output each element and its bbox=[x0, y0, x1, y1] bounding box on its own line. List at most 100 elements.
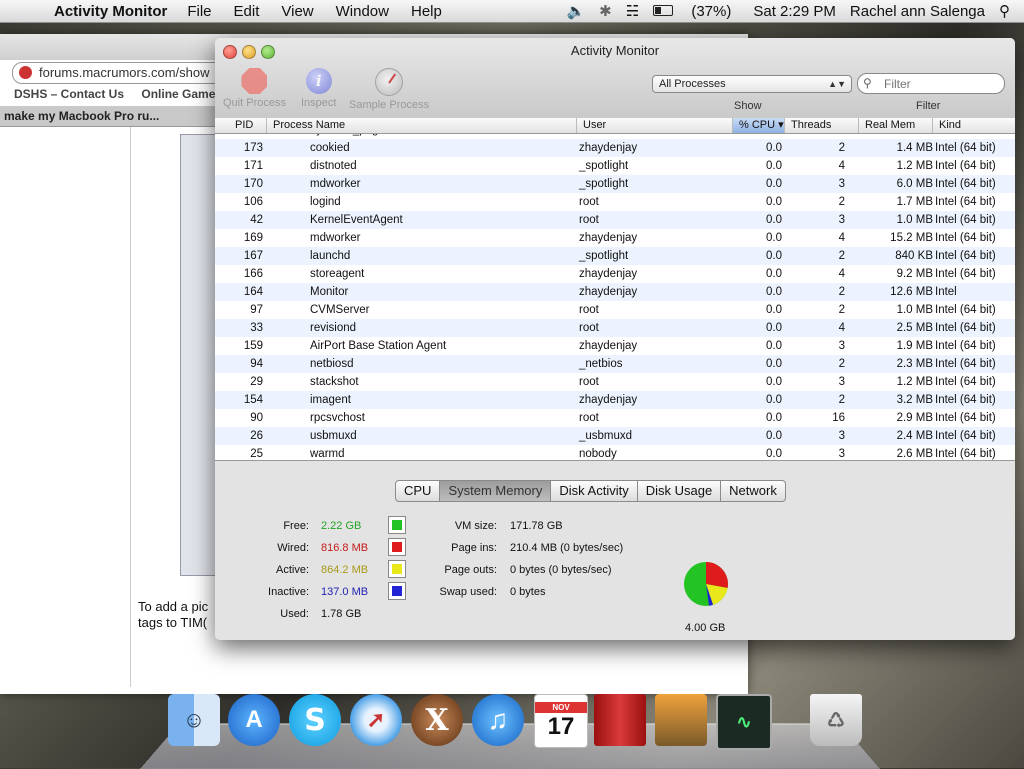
filter-field[interactable]: ⚲ bbox=[857, 73, 1005, 94]
search-icon: ⚲ bbox=[863, 76, 872, 90]
process-user: root bbox=[579, 376, 599, 388]
spotlight-icon[interactable]: ⚲ bbox=[999, 2, 1010, 20]
bluetooth-icon[interactable]: ✱ bbox=[599, 2, 612, 20]
select-arrows-icon: ▲▼ bbox=[828, 79, 846, 89]
page-ins-label: Page ins: bbox=[451, 542, 497, 554]
table-row[interactable]: 29 stackshot root 0.0 3 1.2 MB Intel (64 bit) bbox=[215, 373, 1015, 391]
stopwatch-icon bbox=[375, 68, 404, 96]
process-user: zhaydenjay bbox=[579, 268, 638, 280]
sample-process-button[interactable]: Sample Process bbox=[349, 68, 429, 111]
filter-input[interactable] bbox=[882, 75, 996, 93]
menu-edit[interactable]: Edit bbox=[234, 3, 260, 20]
free-color-well[interactable] bbox=[388, 516, 406, 534]
process-threads: 2 bbox=[838, 286, 845, 298]
menu-help[interactable]: Help bbox=[411, 3, 442, 20]
user-name[interactable]: Rachel ann Salenga bbox=[850, 3, 985, 20]
iphoto-icon[interactable] bbox=[655, 694, 707, 746]
process-name: CVMServer bbox=[310, 304, 370, 316]
process-pid: 170 bbox=[243, 178, 263, 190]
process-threads: 2 bbox=[838, 142, 845, 154]
tab-disk-activity[interactable]: Disk Activity bbox=[551, 481, 638, 501]
tab-cpu[interactable]: CPU bbox=[396, 481, 441, 501]
process-cpu: 0.0 bbox=[766, 196, 782, 208]
process-kind: Intel (64 bit) bbox=[935, 322, 996, 334]
wifi-icon[interactable]: ☵ bbox=[626, 2, 639, 20]
process-cpu: 0.0 bbox=[766, 304, 782, 316]
menu-file[interactable]: File bbox=[187, 3, 211, 20]
table-row[interactable]: 170 mdworker _spotlight 0.0 3 6.0 MB Intel (64… bbox=[215, 175, 1015, 193]
column-cpu[interactable]: % CPU ▾ bbox=[733, 118, 785, 133]
table-row[interactable]: 26 usbmuxd _usbmuxd 0.0 3 2.4 MB Intel (64 bit… bbox=[215, 427, 1015, 445]
process-table[interactable]: dynamic_pager 173cookiedzhaydenjay0.021.… bbox=[215, 134, 1015, 460]
process-cpu: 0.0 bbox=[766, 394, 782, 406]
crossover-icon[interactable]: X bbox=[411, 694, 463, 746]
battery-menu[interactable]: (37%) bbox=[653, 3, 745, 20]
photo-booth-icon[interactable] bbox=[594, 694, 646, 746]
memory-pie-chart bbox=[684, 562, 728, 606]
table-row[interactable]: 154 imagent zhaydenjay 0.0 2 3.2 MB Intel (64 … bbox=[215, 391, 1015, 409]
table-row[interactable]: 97 CVMServer root 0.0 2 1.0 MB Intel (64 bit) bbox=[215, 301, 1015, 319]
table-row[interactable]: 42 KernelEventAgent root 0.0 3 1.0 MB Intel (6… bbox=[215, 211, 1015, 229]
vm-size-value: 171.78 GB bbox=[510, 520, 563, 532]
table-row[interactable]: 25 warmd nobody 0.0 3 2.6 MB Intel (64 bit) bbox=[215, 445, 1015, 460]
process-name: warmd bbox=[310, 448, 345, 460]
bookmark-online-games[interactable]: Online Games bbox=[141, 87, 222, 101]
column-pid[interactable]: PID bbox=[215, 118, 267, 133]
process-threads: 3 bbox=[838, 448, 845, 460]
column-kind[interactable]: Kind bbox=[933, 118, 1015, 133]
table-row[interactable]: 169 mdworker zhaydenjay 0.0 4 15.2 MB Intel (6… bbox=[215, 229, 1015, 247]
bookmark-dshs[interactable]: DSHS – Contact Us bbox=[14, 87, 124, 101]
page-outs-value: 0 bytes (0 bytes/sec) bbox=[510, 564, 612, 576]
inactive-color-well[interactable] bbox=[388, 582, 406, 600]
process-real-mem: 1.2 MB bbox=[896, 160, 933, 172]
table-row[interactable]: 94 netbiosd _netbios 0.0 2 2.3 MB Intel (64 bi… bbox=[215, 355, 1015, 373]
menu-window[interactable]: Window bbox=[336, 3, 389, 20]
trash-icon[interactable]: ♺ bbox=[810, 694, 862, 746]
process-table-header: PID Process Name User % CPU ▾ Threads Re… bbox=[215, 118, 1015, 134]
process-user: _usbmuxd bbox=[579, 430, 633, 442]
inspect-button[interactable]: i Inspect bbox=[301, 68, 336, 109]
activity-monitor-icon[interactable]: ∿ bbox=[716, 694, 772, 750]
tab-network[interactable]: Network bbox=[721, 481, 785, 501]
table-row[interactable]: 171 distnoted _spotlight 0.0 4 1.2 MB Intel (6… bbox=[215, 157, 1015, 175]
process-real-mem: 1.0 MB bbox=[896, 304, 933, 316]
clock[interactable]: Sat 2:29 PM bbox=[753, 3, 836, 20]
skype-icon[interactable]: S bbox=[289, 694, 341, 746]
volume-icon[interactable]: 🔈 bbox=[566, 2, 585, 20]
tab-system-memory[interactable]: System Memory bbox=[440, 481, 552, 501]
table-row[interactable]: 106 logind root 0.0 2 1.7 MB Intel (64 bit) bbox=[215, 193, 1015, 211]
column-real-mem[interactable]: Real Mem bbox=[859, 118, 933, 133]
table-row[interactable]: 166 storeagent zhaydenjay 0.0 4 9.2 MB Intel (… bbox=[215, 265, 1015, 283]
process-user: zhaydenjay bbox=[579, 232, 638, 244]
table-row[interactable]: 33 revisiond root 0.0 4 2.5 MB Intel (64 bit) bbox=[215, 319, 1015, 337]
process-name: logind bbox=[310, 196, 341, 208]
browser-tab[interactable]: make my Macbook Pro ru... bbox=[0, 106, 219, 127]
table-row[interactable]: 164 Monitor zhaydenjay 0.0 2 12.6 MB Intel bbox=[215, 283, 1015, 301]
activity-monitor-window: Activity Monitor Quit Process i Inspect … bbox=[215, 38, 1015, 640]
show-processes-select[interactable]: All Processes ▲▼ bbox=[652, 75, 852, 93]
wired-color-well[interactable] bbox=[388, 538, 406, 556]
safari-icon[interactable]: ➚ bbox=[350, 694, 402, 746]
quit-process-button[interactable]: Quit Process bbox=[223, 68, 286, 109]
process-kind: Intel (64 bit) bbox=[935, 448, 996, 460]
column-process-name[interactable]: Process Name bbox=[267, 118, 577, 133]
table-row[interactable]: 167 launchd _spotlight 0.0 2 840 KB Intel (64 … bbox=[215, 247, 1015, 265]
finder-icon[interactable]: ☺ bbox=[168, 694, 220, 746]
process-user: root bbox=[579, 304, 599, 316]
process-real-mem: 1.4 MB bbox=[896, 142, 933, 154]
process-threads: 3 bbox=[838, 376, 845, 388]
tab-disk-usage[interactable]: Disk Usage bbox=[638, 481, 722, 501]
itunes-icon[interactable]: ♫ bbox=[472, 694, 524, 746]
menu-app-name[interactable]: Activity Monitor bbox=[54, 3, 167, 20]
table-row[interactable]: 90 rpcsvchost root 0.0 16 2.9 MB Intel (64 bit… bbox=[215, 409, 1015, 427]
table-row[interactable]: 173 cookied zhaydenjay 0.0 2 1.4 MB Intel (64 … bbox=[215, 139, 1015, 157]
table-row[interactable]: 159 AirPort Base Station Agent zhaydenjay 0… bbox=[215, 337, 1015, 355]
process-kind: Intel (64 bit) bbox=[935, 268, 996, 280]
menu-view[interactable]: View bbox=[281, 3, 313, 20]
process-kind: Intel (64 bit) bbox=[935, 250, 996, 262]
calendar-icon[interactable]: NOV 17 bbox=[534, 694, 588, 748]
column-threads[interactable]: Threads bbox=[785, 118, 859, 133]
app-store-icon[interactable]: A bbox=[228, 694, 280, 746]
column-user[interactable]: User bbox=[577, 118, 733, 133]
active-color-well[interactable] bbox=[388, 560, 406, 578]
